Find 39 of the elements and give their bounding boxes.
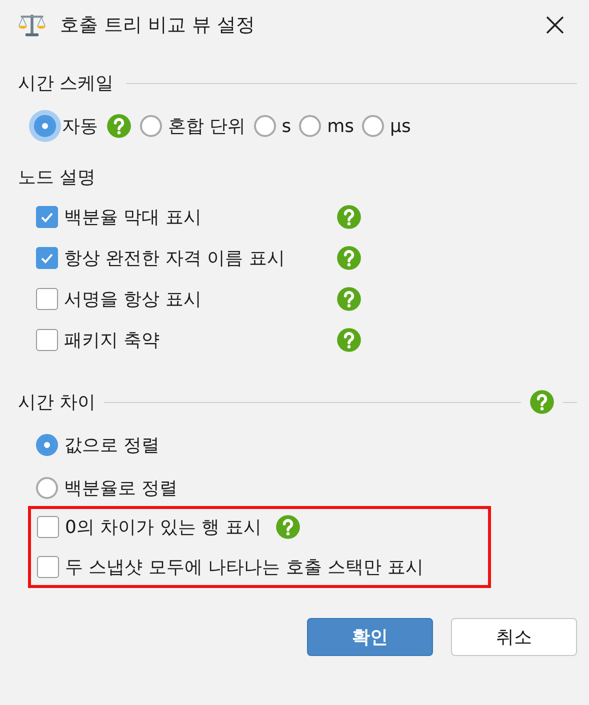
radio-option[interactable]: ms: [299, 115, 354, 137]
help-icon[interactable]: [336, 204, 362, 230]
section-heading: 시간 스케일: [18, 72, 114, 95]
checkbox[interactable]: [36, 288, 58, 310]
radio-option[interactable]: 자동: [34, 114, 98, 138]
radio-button[interactable]: [36, 477, 58, 499]
help-icon[interactable]: [336, 286, 362, 312]
radio-option[interactable]: s: [254, 115, 292, 137]
radio-button[interactable]: [254, 115, 276, 137]
checkbox[interactable]: [37, 556, 59, 578]
section-heading: 시간 차이: [18, 391, 96, 414]
radio-button[interactable]: [140, 115, 162, 137]
radio-option[interactable]: 값으로 정렬: [36, 433, 160, 457]
checkbox[interactable]: [37, 516, 59, 538]
checkbox-option[interactable]: 서명을 항상 표시: [36, 287, 336, 311]
checkbox-option[interactable]: 두 스냅샷 모두에 나타나는 호출 스택만 표시: [37, 555, 424, 579]
radio-option[interactable]: 혼합 단위: [140, 114, 246, 138]
dialog-button[interactable]: 취소: [451, 618, 577, 656]
radio-option[interactable]: µs: [362, 115, 411, 137]
section-heading: 노드 설명: [18, 166, 96, 189]
help-icon[interactable]: [336, 245, 362, 271]
dialog-button[interactable]: 확인: [307, 618, 433, 656]
checkbox[interactable]: [36, 206, 58, 228]
radio-button[interactable]: [299, 115, 322, 137]
checkbox[interactable]: [36, 329, 58, 351]
help-icon[interactable]: [275, 514, 302, 540]
close-icon[interactable]: [545, 15, 565, 35]
checkbox-option[interactable]: 항상 완전한 자격 이름 표시: [36, 246, 336, 270]
help-icon[interactable]: [529, 389, 555, 415]
radio-button[interactable]: [362, 115, 384, 137]
radio-button[interactable]: [36, 434, 58, 456]
radio-option[interactable]: 백분율로 정렬: [36, 476, 178, 500]
checkbox-option[interactable]: 0의 차이가 있는 행 표시: [37, 515, 262, 539]
help-icon[interactable]: [336, 327, 362, 353]
help-icon[interactable]: [106, 113, 132, 139]
checkbox-option[interactable]: 백분율 막대 표시: [36, 205, 336, 229]
window-title: 호출 트리 비교 뷰 설정: [60, 13, 256, 38]
checkbox[interactable]: [36, 247, 58, 269]
checkbox-option[interactable]: 패키지 축약: [36, 328, 336, 352]
